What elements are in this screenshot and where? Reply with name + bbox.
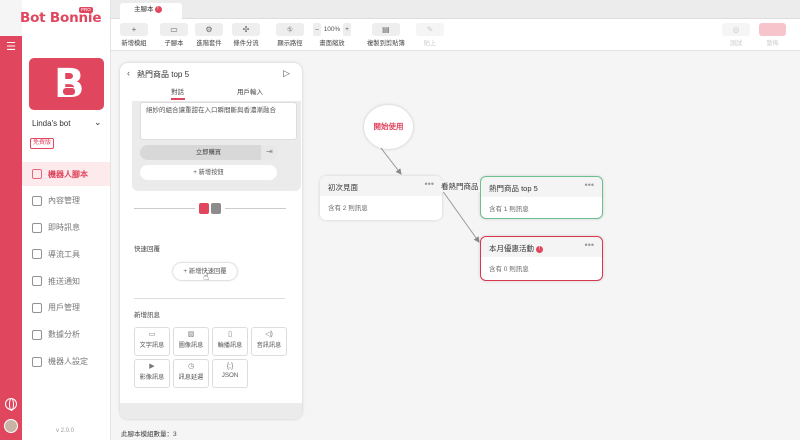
tab-dialog[interactable]: 對話 [171, 86, 184, 96]
back-icon[interactable]: ‹ [127, 68, 130, 78]
clock-icon: ◷ [187, 363, 195, 370]
tile-label: 圖像訊息 [178, 342, 204, 349]
warning-icon: ! [536, 246, 543, 253]
divider [225, 208, 286, 209]
play-icon[interactable]: ▷ [283, 68, 290, 79]
tile-label: 輪播訊息 [217, 342, 243, 349]
module-count: 此腳本模組數量：3 [121, 431, 177, 438]
flow-node-monthly-promo[interactable]: 本月優惠活動! ••• 含有 0 則訊息 [480, 236, 603, 281]
node-title: 熱門商品 top 5 [489, 184, 538, 193]
tile-label: 音訊訊息 [256, 342, 282, 349]
tile-label: 文字訊息 [139, 342, 165, 349]
button-link-icon[interactable]: ⇥ [261, 145, 278, 160]
audio-message-tile[interactable]: ◁) 音訊訊息 [251, 327, 287, 356]
edge-first-to-promo [441, 189, 480, 243]
flow-node-first-meet[interactable]: 初次見面 ••• 含有 2 則訊息 [320, 176, 442, 220]
quick-reply-label: 快速回覆 [134, 246, 160, 253]
active-tab-indicator [171, 98, 185, 100]
node-message-count: 含有 1 則訊息 [489, 206, 529, 213]
json-message-tile[interactable]: {;} JSON [212, 359, 248, 388]
flow-node-hot-products[interactable]: 熱門商品 top 5 ••• 含有 1 則訊息 [480, 176, 603, 219]
divider [134, 298, 285, 299]
node-message-count: 含有 2 則訊息 [328, 205, 368, 212]
tile-label: 訊息延遲 [178, 374, 204, 381]
message-text-field[interactable]: 絕妙的組合讓重甜在入口瞬間斷與香濃漸融合 [140, 102, 297, 140]
node-message-count: 含有 0 則訊息 [489, 266, 529, 273]
video-message-tile[interactable]: ▶ 影像訊息 [134, 359, 170, 388]
add-button-button[interactable]: + 新增按鈕 [140, 165, 277, 180]
carousel-icon: ▯ [228, 331, 232, 338]
start-node[interactable]: 開始使用 [364, 105, 413, 149]
tile-label: 影像訊息 [139, 374, 165, 381]
more-icon[interactable]: ••• [585, 240, 594, 250]
divider [134, 208, 195, 209]
block-editor-panel: ‹ 熱門商品 top 5 ▷ 對話 用戶輸入 絕妙的組合讓重甜在入口瞬間斷與香濃… [120, 63, 302, 419]
hand-cursor-icon: ☝ [203, 272, 210, 283]
carousel-message-tile[interactable]: ▯ 輪播訊息 [212, 327, 248, 356]
buy-now-button[interactable]: 立即購買 [140, 145, 277, 160]
panel-footer [120, 403, 302, 419]
delay-message-tile[interactable]: ◷ 訊息延遲 [173, 359, 209, 388]
text-message-icon: ▭ [148, 331, 156, 338]
tab-user-input[interactable]: 用戶輸入 [237, 86, 263, 96]
image-icon: ▨ [187, 331, 195, 338]
audio-icon: ◁) [265, 331, 273, 338]
node-title: 初次見面 [328, 183, 358, 192]
new-message-label: 新增訊息 [134, 312, 160, 319]
json-icon: {;} [226, 363, 234, 370]
image-message-tile[interactable]: ▨ 圖像訊息 [173, 327, 209, 356]
tile-label: JSON [221, 372, 239, 379]
more-icon[interactable]: ••• [425, 179, 434, 189]
edge-start-to-first [380, 147, 402, 175]
color-swatch-red[interactable] [199, 203, 209, 214]
edge-label: 看熱門商品 [440, 181, 480, 192]
panel-header: ‹ 熱門商品 top 5 ▷ [120, 63, 302, 85]
more-icon[interactable]: ••• [585, 180, 594, 190]
text-message-tile[interactable]: ▭ 文字訊息 [134, 327, 170, 356]
color-swatch-gray[interactable] [211, 203, 221, 214]
panel-title: 熱門商品 top 5 [137, 70, 190, 79]
node-title: 本月優惠活動 [489, 244, 534, 253]
video-icon: ▶ [149, 363, 155, 370]
